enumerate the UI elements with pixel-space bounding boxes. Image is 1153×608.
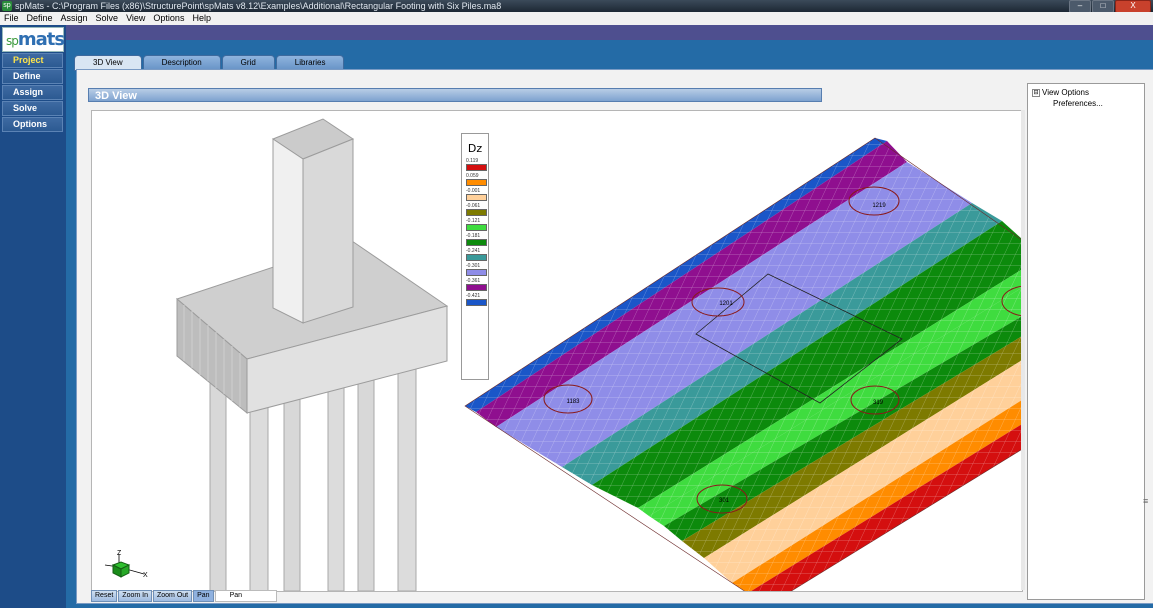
legend-title: Dz <box>467 142 483 155</box>
legend-swatch <box>466 284 487 291</box>
tab-bar: 3D View Description Grid Libraries <box>74 55 345 71</box>
axis-x-label: X <box>143 572 148 579</box>
mode-status: Pan <box>214 590 277 602</box>
tab-libraries[interactable]: Libraries <box>275 55 345 70</box>
menu-file[interactable]: File <box>0 12 23 25</box>
pile-label: 1219 <box>872 203 886 209</box>
column <box>271 118 355 324</box>
menu-options[interactable]: Options <box>149 12 188 25</box>
legend-entry: -0.181 <box>466 233 488 246</box>
app-icon: sp <box>2 1 12 11</box>
3d-canvas[interactable]: 1219 1201 337 1183 319 301 <box>91 110 1023 592</box>
3d-scene: 1219 1201 337 1183 319 301 <box>176 118 1022 591</box>
legend-swatch <box>466 209 487 216</box>
options-tree: ⊟ View Options Preferences... <box>1032 87 1103 109</box>
menu-view[interactable]: View <box>122 12 149 25</box>
pile-label: 1201 <box>719 301 733 307</box>
legend-swatch <box>466 299 487 306</box>
collapse-icon[interactable]: ⊟ <box>1032 89 1040 97</box>
left-panel: spmats Project Define Assign Solve Optio… <box>0 25 66 608</box>
legend-swatch <box>466 239 487 246</box>
window-controls: – □ X <box>1069 0 1151 13</box>
logo-text: mats <box>17 29 65 50</box>
menu-assign[interactable]: Assign <box>57 12 92 25</box>
zoom-out-button[interactable]: Zoom Out <box>152 590 193 602</box>
legend-entry: -0.061 <box>466 203 488 216</box>
zoom-in-button[interactable]: Zoom In <box>118 590 152 602</box>
tree-node-view-options[interactable]: ⊟ View Options <box>1032 87 1103 98</box>
legend-entry: -0.421 <box>466 293 488 306</box>
logo-prefix: sp <box>6 34 19 48</box>
menu-solve[interactable]: Solve <box>92 12 123 25</box>
reset-button[interactable]: Reset <box>91 590 118 602</box>
splitter-handle[interactable]: ≡ <box>1143 496 1153 508</box>
menu-bar: File Define Assign Solve View Options He… <box>0 12 1153 25</box>
legend-swatch <box>466 164 487 171</box>
legend-entry: 0.059 <box>466 173 488 186</box>
tree-label-view-options: View Options <box>1042 88 1089 97</box>
axes-triad: Z X <box>99 529 151 581</box>
top-strip <box>66 25 1153 40</box>
contour-slab: 1219 1201 337 1183 319 301 <box>464 137 1022 591</box>
pile-label: 301 <box>719 498 730 504</box>
legend-entry: -0.301 <box>466 263 488 276</box>
canvas-scrollbar[interactable] <box>1021 110 1025 590</box>
pan-button[interactable]: Pan <box>193 590 214 602</box>
title-bar: sp spMats - C:\Program Files (x86)\Struc… <box>0 0 1153 13</box>
tab-description[interactable]: Description <box>142 55 221 70</box>
nav-project[interactable]: Project <box>2 53 63 68</box>
tab-grid[interactable]: Grid <box>221 55 275 70</box>
legend-swatch <box>466 254 487 261</box>
contour-legend[interactable]: Dz 0.119 0.059 -0.001 -0.061 -0.121 -0.181 -0.… <box>461 133 489 380</box>
legend-swatch <box>466 224 487 231</box>
app-logo: spmats <box>2 27 65 52</box>
legend-swatch <box>466 179 487 186</box>
legend-entry: -0.121 <box>466 218 488 231</box>
nav-options[interactable]: Options <box>2 117 63 132</box>
menu-help[interactable]: Help <box>188 12 215 25</box>
window-title: spMats - C:\Program Files (x86)\Structur… <box>15 1 502 11</box>
nav-define[interactable]: Define <box>2 69 63 84</box>
pile-label: 319 <box>873 400 884 406</box>
tree-node-preferences[interactable]: Preferences... <box>1032 98 1103 109</box>
nav-solve[interactable]: Solve <box>2 101 63 116</box>
legend-entry: -0.241 <box>466 248 488 261</box>
legend-entry: -0.361 <box>466 278 488 291</box>
view-toolbar: Reset Zoom In Zoom Out Pan Pan <box>91 590 334 602</box>
legend-swatch <box>466 269 487 276</box>
legend-entry: -0.001 <box>466 188 488 201</box>
view-options-pane: ⊟ View Options Preferences... <box>1027 83 1145 600</box>
pile-label: 1183 <box>567 399 581 405</box>
view-header: 3D View <box>88 88 822 102</box>
left-nav: Project Define Assign Solve Options <box>2 53 63 133</box>
nav-assign[interactable]: Assign <box>2 85 63 100</box>
axis-z-label: Z <box>117 550 122 557</box>
menu-define[interactable]: Define <box>23 12 57 25</box>
legend-swatch <box>466 194 487 201</box>
legend-entry: 0.119 <box>466 158 488 171</box>
